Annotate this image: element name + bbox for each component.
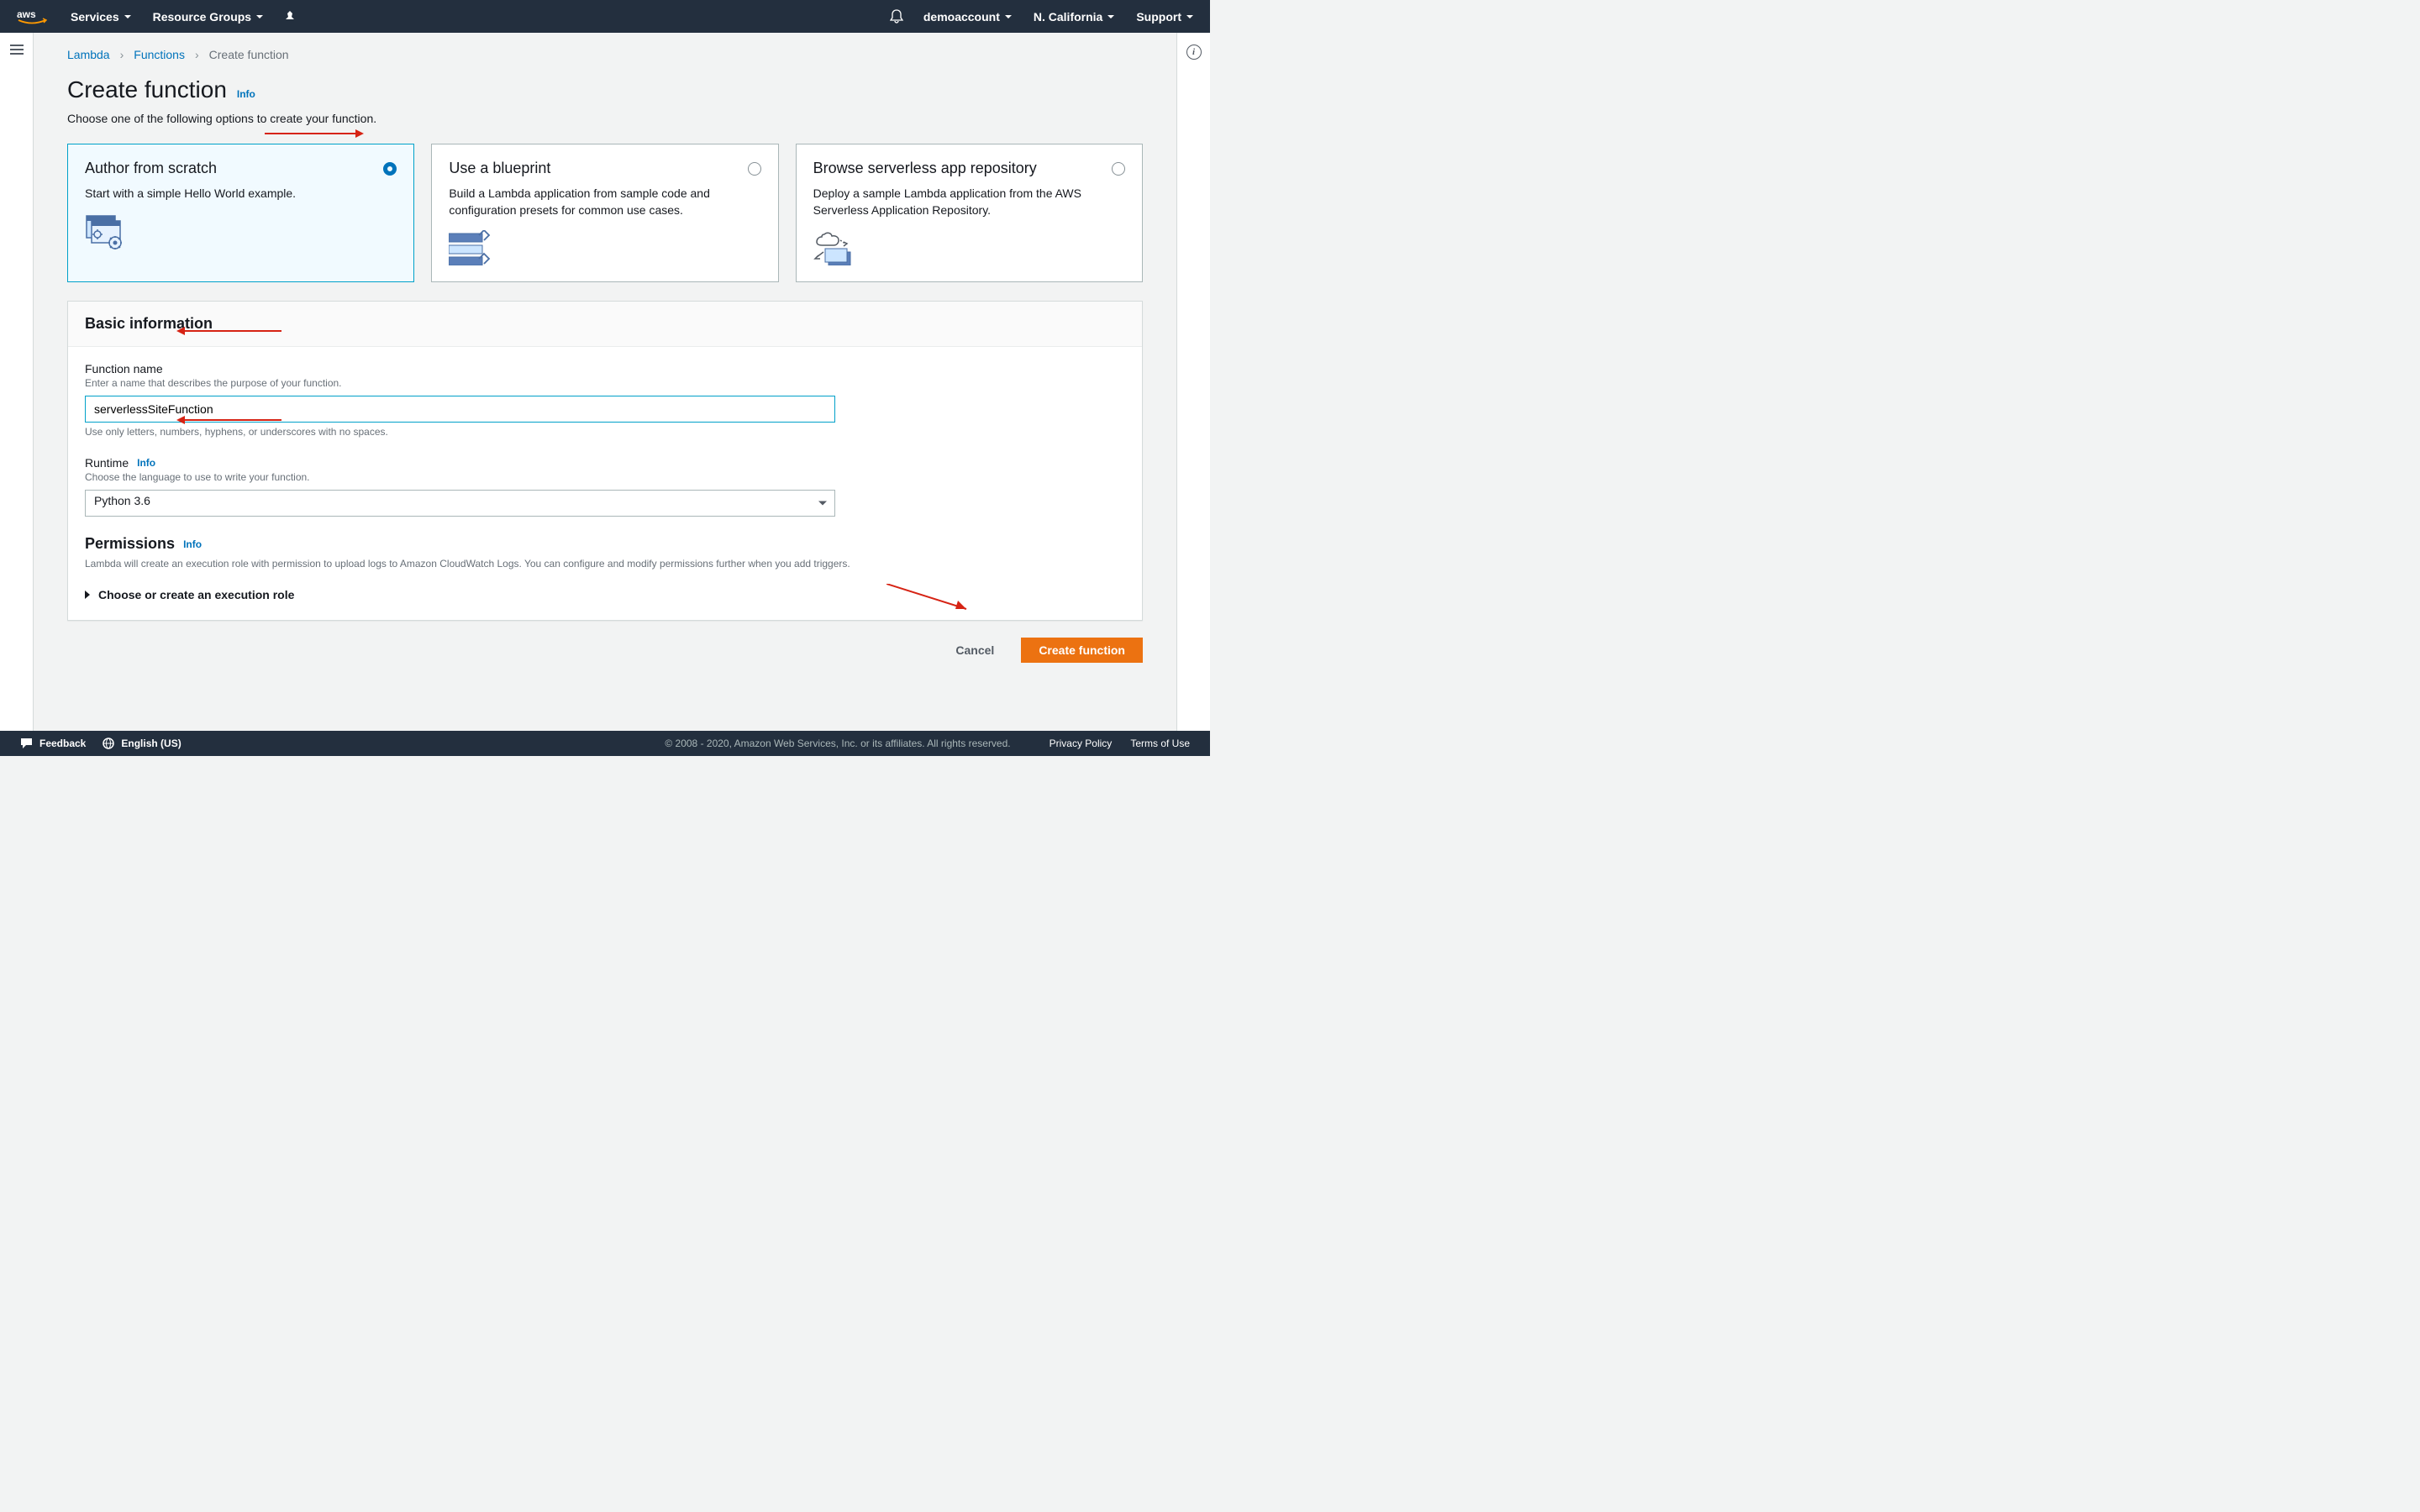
page-title: Create function (67, 76, 227, 103)
execution-role-expander[interactable]: Choose or create an execution role (85, 588, 1125, 601)
breadcrumb-sep: › (120, 48, 124, 61)
permissions-info-link[interactable]: Info (183, 538, 202, 550)
copyright-text: © 2008 - 2020, Amazon Web Services, Inc.… (665, 738, 1010, 749)
card-browse-repository[interactable]: Browse serverless app repository Deploy … (796, 144, 1143, 282)
runtime-select[interactable]: Python 3.6 (85, 490, 835, 517)
breadcrumb-current: Create function (209, 48, 289, 61)
globe-icon (103, 738, 114, 749)
function-name-input[interactable] (85, 396, 835, 423)
runtime-hint: Choose the language to use to write your… (85, 471, 1125, 483)
card-title: Author from scratch (85, 160, 217, 177)
nav-account-label: demoaccount (923, 10, 1000, 24)
svg-text:aws: aws (17, 8, 36, 20)
function-name-help: Use only letters, numbers, hyphens, or u… (85, 426, 1125, 438)
right-rail: i (1176, 33, 1210, 731)
chat-icon (20, 738, 33, 749)
nav-region-label: N. California (1034, 10, 1102, 24)
feedback-label: Feedback (39, 738, 86, 749)
runtime-info-link[interactable]: Info (137, 457, 155, 469)
hamburger-icon[interactable] (10, 45, 24, 731)
blueprint-icon (449, 230, 491, 265)
caret-down-icon (1005, 15, 1012, 18)
nav-support[interactable]: Support (1136, 10, 1193, 24)
breadcrumb-lambda[interactable]: Lambda (67, 48, 110, 61)
breadcrumb-functions[interactable]: Functions (134, 48, 185, 61)
language-selector[interactable]: English (US) (103, 738, 181, 749)
page-info-link[interactable]: Info (237, 88, 255, 100)
pin-icon (285, 11, 295, 23)
card-title: Browse serverless app repository (813, 160, 1037, 177)
serverless-repo-icon (813, 230, 855, 265)
footer: Feedback English (US) © 2008 - 2020, Ama… (0, 731, 1210, 756)
runtime-field: Runtime Info Choose the language to use … (85, 456, 1125, 517)
caret-down-icon (1186, 15, 1193, 18)
card-desc: Deploy a sample Lambda application from … (813, 186, 1125, 218)
bell-icon[interactable] (890, 9, 903, 24)
card-title: Use a blueprint (449, 160, 550, 177)
radio-unselected[interactable] (1112, 162, 1125, 176)
basic-information-panel: Basic information Function name Enter a … (67, 301, 1143, 621)
caret-down-icon (1107, 15, 1114, 18)
main-content: Lambda › Functions › Create function Cre… (34, 33, 1176, 731)
left-rail (0, 33, 34, 731)
triangle-right-icon (85, 591, 90, 599)
nav-account[interactable]: demoaccount (923, 10, 1012, 24)
panel-title: Basic information (85, 315, 1125, 333)
card-use-blueprint[interactable]: Use a blueprint Build a Lambda applicati… (431, 144, 778, 282)
function-name-hint: Enter a name that describes the purpose … (85, 377, 1125, 389)
info-icon[interactable]: i (1186, 45, 1202, 60)
permissions-desc: Lambda will create an execution role wit… (85, 558, 1125, 570)
permissions-section: Permissions Info Lambda will create an e… (85, 535, 1125, 601)
language-label: English (US) (121, 738, 181, 749)
function-name-field: Function name Enter a name that describe… (85, 362, 1125, 438)
feedback-link[interactable]: Feedback (20, 738, 86, 749)
cancel-button[interactable]: Cancel (939, 638, 1011, 663)
top-nav: aws Services Resource Groups demoaccount… (0, 0, 1210, 33)
aws-logo: aws (17, 8, 47, 26)
caret-down-icon (124, 15, 131, 18)
breadcrumb: Lambda › Functions › Create function (67, 48, 1143, 61)
creation-options: Author from scratch Start with a simple … (67, 144, 1143, 282)
create-function-button[interactable]: Create function (1021, 638, 1143, 663)
radio-unselected[interactable] (748, 162, 761, 176)
nav-services[interactable]: Services (71, 10, 131, 24)
action-bar: Cancel Create function (67, 638, 1143, 668)
breadcrumb-sep: › (195, 48, 199, 61)
page-subtitle: Choose one of the following options to c… (67, 112, 1143, 125)
nav-resource-groups[interactable]: Resource Groups (153, 10, 263, 24)
nav-pin[interactable] (285, 11, 295, 23)
radio-selected[interactable] (383, 162, 397, 176)
card-author-from-scratch[interactable]: Author from scratch Start with a simple … (67, 144, 414, 282)
author-scratch-icon (85, 214, 127, 249)
function-name-label: Function name (85, 362, 163, 375)
runtime-label: Runtime (85, 456, 129, 470)
nav-services-label: Services (71, 10, 119, 24)
panel-header: Basic information (68, 302, 1142, 347)
nav-support-label: Support (1136, 10, 1181, 24)
expander-label: Choose or create an execution role (98, 588, 294, 601)
permissions-label: Permissions (85, 535, 175, 553)
nav-region[interactable]: N. California (1034, 10, 1114, 24)
nav-resource-groups-label: Resource Groups (153, 10, 251, 24)
card-desc: Build a Lambda application from sample c… (449, 186, 760, 218)
card-desc: Start with a simple Hello World example. (85, 186, 397, 202)
terms-of-use-link[interactable]: Terms of Use (1130, 738, 1190, 749)
privacy-policy-link[interactable]: Privacy Policy (1050, 738, 1113, 749)
caret-down-icon (256, 15, 263, 18)
